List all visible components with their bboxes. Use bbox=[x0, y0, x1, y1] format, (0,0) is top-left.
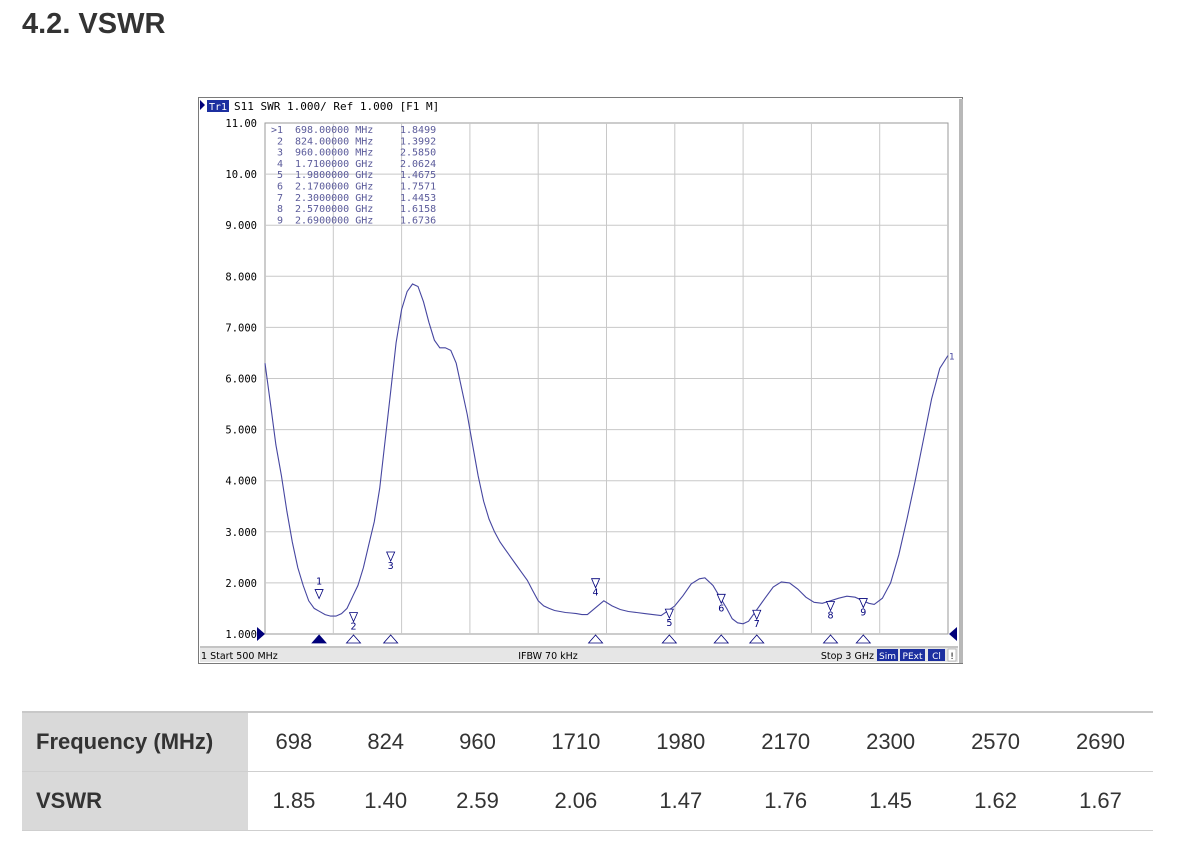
marker-readout-frequency: 1.7100000 GHz bbox=[295, 159, 373, 170]
marker-readout-id: 2 bbox=[277, 136, 283, 147]
vswr-chart: Tr1 S11 SWR 1.000/ Ref 1.000 [F1 M] 11.0… bbox=[198, 97, 963, 664]
y-tick-label: 7.000 bbox=[225, 322, 257, 334]
chart-footer: 1 Start 500 MHz IFBW 70 kHz Stop 3 GHz S… bbox=[200, 646, 958, 662]
marker-readout-frequency: 824.00000 MHz bbox=[295, 136, 373, 147]
y-tick-label: 4.000 bbox=[225, 476, 257, 488]
y-tick-label: 9.000 bbox=[225, 220, 257, 232]
vswr-cell: 1.62 bbox=[943, 771, 1048, 831]
frequency-cell: 2690 bbox=[1048, 711, 1153, 772]
marker-readout-value: 1.4675 bbox=[400, 170, 436, 181]
start-frequency-label: 1 Start 500 MHz bbox=[201, 651, 278, 662]
marker-readout-value: 1.4453 bbox=[400, 193, 436, 204]
frequency-cell: 960 bbox=[431, 711, 524, 772]
vswr-header-cell: VSWR bbox=[22, 771, 248, 831]
vswr-cell: 1.40 bbox=[339, 771, 432, 831]
vswr-cell: 1.76 bbox=[733, 771, 839, 831]
y-tick-label: 2.000 bbox=[225, 578, 257, 590]
vswr-cell: 2.59 bbox=[431, 771, 524, 831]
trace-badge-label: Tr1 bbox=[209, 102, 227, 113]
vswr-cell: 1.85 bbox=[248, 771, 340, 831]
marker-readout-id: 6 bbox=[277, 182, 283, 193]
frequency-header-cell: Frequency (MHz) bbox=[22, 711, 248, 772]
marker-readout-frequency: 2.1700000 GHz bbox=[295, 182, 373, 193]
marker-readout-frequency: 698.00000 MHz bbox=[295, 125, 373, 136]
marker-readout-value: 1.6736 bbox=[400, 215, 436, 226]
vswr-cell: 1.45 bbox=[838, 771, 944, 831]
marker-4-label: 4 bbox=[593, 588, 599, 599]
y-tick-label: 1.000 bbox=[225, 629, 257, 641]
cal-badge-label: Cl bbox=[932, 652, 941, 662]
marker-readout-value: 1.7571 bbox=[400, 182, 436, 193]
marker-9-label: 9 bbox=[860, 608, 866, 619]
marker-readout-id: 8 bbox=[277, 204, 283, 215]
marker-1-label: 1 bbox=[316, 577, 322, 588]
y-tick-label: 8.000 bbox=[225, 271, 257, 283]
marker-readout-frequency: 2.6900000 GHz bbox=[295, 215, 373, 226]
y-tick-label: 10.00 bbox=[225, 169, 257, 181]
warning-badge-label: ! bbox=[950, 652, 954, 662]
vswr-cell: 1.67 bbox=[1048, 771, 1153, 831]
pext-badge-label: PExt bbox=[903, 652, 923, 662]
marker-readout-table: >1 698.00000 MHz 1.8499 2 824.00000 MHz 1.399… bbox=[271, 125, 436, 226]
marker-2-label: 2 bbox=[350, 622, 356, 633]
marker-3-label: 3 bbox=[388, 561, 394, 572]
vswr-row: VSWR 1.85 1.40 2.59 2.06 1.47 1.76 1.45 … bbox=[22, 771, 1153, 831]
vswr-cell: 2.06 bbox=[523, 771, 629, 831]
marker-8-label: 8 bbox=[828, 611, 834, 622]
marker-readout-frequency: 960.00000 MHz bbox=[295, 148, 373, 159]
trace-end-label: 1 bbox=[949, 353, 955, 363]
stop-frequency-label: Stop 3 GHz bbox=[821, 651, 874, 662]
trace-header-text: S11 SWR 1.000/ Ref 1.000 [F1 M] bbox=[234, 100, 439, 113]
marker-readout-value: 2.0624 bbox=[400, 159, 436, 170]
marker-readout-id: >1 bbox=[271, 125, 283, 136]
frequency-row: Frequency (MHz) 698 824 960 1710 1980 21… bbox=[22, 711, 1153, 772]
sim-badge-label: Sim bbox=[879, 652, 896, 662]
marker-7-label: 7 bbox=[754, 619, 760, 630]
y-tick-label: 6.000 bbox=[225, 374, 257, 386]
frequency-cell: 2300 bbox=[838, 711, 944, 772]
ifbw-label: IFBW 70 kHz bbox=[518, 651, 578, 662]
marker-readout-value: 1.3992 bbox=[400, 136, 436, 147]
marker-readout-id: 3 bbox=[277, 148, 283, 159]
marker-readout-id: 4 bbox=[277, 159, 283, 170]
marker-5-label: 5 bbox=[666, 618, 672, 629]
frequency-cell: 824 bbox=[339, 711, 432, 772]
frequency-cell: 2170 bbox=[733, 711, 839, 772]
marker-readout-id: 9 bbox=[277, 215, 283, 226]
marker-readout-value: 1.8499 bbox=[400, 125, 436, 136]
frequency-cell: 2570 bbox=[943, 711, 1048, 772]
marker-readout-value: 1.6158 bbox=[400, 204, 436, 215]
y-tick-label: 3.000 bbox=[225, 527, 257, 539]
marker-readout-id: 5 bbox=[277, 170, 283, 181]
marker-6-label: 6 bbox=[718, 603, 724, 614]
y-tick-label: 5.000 bbox=[225, 425, 257, 437]
marker-readout-frequency: 2.3000000 GHz bbox=[295, 193, 373, 204]
section-title: 4.2. VSWR bbox=[22, 8, 166, 40]
marker-readout-id: 7 bbox=[277, 193, 283, 204]
frequency-cell: 698 bbox=[248, 711, 340, 772]
frequency-cell: 1710 bbox=[523, 711, 629, 772]
vswr-summary-table: Frequency (MHz) 698 824 960 1710 1980 21… bbox=[22, 711, 1153, 831]
vswr-cell: 1.47 bbox=[628, 771, 734, 831]
marker-readout-frequency: 2.5700000 GHz bbox=[295, 204, 373, 215]
chart-header: Tr1 S11 SWR 1.000/ Ref 1.000 [F1 M] bbox=[200, 100, 439, 113]
frame-shadow bbox=[959, 99, 963, 663]
frequency-cell: 1980 bbox=[628, 711, 734, 772]
marker-readout-value: 2.5850 bbox=[400, 148, 436, 159]
y-tick-label: 11.00 bbox=[225, 118, 257, 130]
marker-readout-frequency: 1.9800000 GHz bbox=[295, 170, 373, 181]
